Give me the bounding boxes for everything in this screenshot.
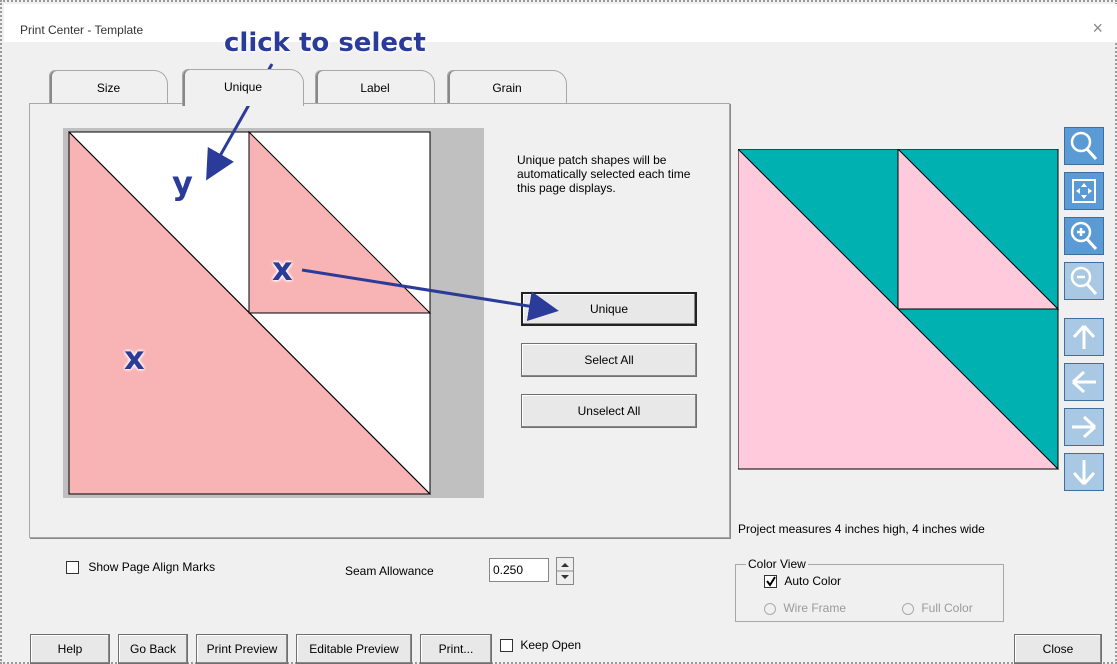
arrow-left-icon[interactable] [1064,363,1104,401]
close-button[interactable]: Close [1014,634,1102,664]
print-preview-button[interactable]: Print Preview [196,634,288,664]
tab-grain[interactable]: Grain [447,70,567,105]
show-align-marks-checkbox[interactable] [66,561,79,575]
keep-open-row[interactable]: Keep Open [500,638,582,653]
print-button[interactable]: Print... [420,634,492,664]
arrow-down-icon[interactable] [1064,453,1104,491]
seam-allowance-label: Seam Allowance [345,564,434,578]
full-color-radio[interactable] [902,602,914,615]
block-patch-canvas[interactable] [63,128,484,498]
window-title: Print Center - Template [20,23,144,37]
zoom-icon[interactable] [1064,127,1104,165]
dialog-window: Print Center - Template × Size Unique La… [0,0,1117,664]
block-preview [738,149,1060,470]
wire-frame-radio[interactable] [764,602,776,615]
close-icon[interactable]: × [1092,18,1103,39]
full-color-row[interactable]: Full Color [902,601,973,615]
zoom-in-icon[interactable] [1064,217,1104,255]
annotation-y-label: y [172,164,193,202]
color-view-legend: Color View [746,557,808,571]
seam-spinner[interactable] [556,557,574,585]
select-all-button[interactable]: Select All [521,343,697,377]
arrow-up-icon[interactable] [1064,318,1104,356]
zoom-out-icon[interactable] [1064,262,1104,300]
unique-button[interactable]: Unique [521,292,697,326]
seam-allowance-input[interactable] [489,558,549,582]
tab-unique[interactable]: Unique [182,69,304,106]
keep-open-checkbox[interactable] [500,639,513,653]
annotation-callout: click to select [224,28,426,58]
show-align-marks-label: Show Page Align Marks [88,560,216,574]
wire-frame-row[interactable]: Wire Frame [764,601,846,615]
arrow-right-icon[interactable] [1064,408,1104,446]
keep-open-label: Keep Open [520,638,582,652]
tab-label[interactable]: Label [315,70,435,105]
annotation-x-small: x [272,250,293,288]
annotation-x-large: x [124,339,145,377]
editable-preview-button[interactable]: Editable Preview [296,634,412,664]
project-measure-text: Project measures 4 inches high, 4 inches… [738,522,985,536]
show-align-marks-row[interactable]: Show Page Align Marks [66,560,216,575]
auto-color-checkbox[interactable] [764,575,777,589]
tab-size[interactable]: Size [49,70,168,105]
auto-color-label: Auto Color [784,574,842,588]
title-bar: Print Center - Template × [4,4,1117,42]
fit-to-window-icon[interactable] [1064,172,1104,210]
unselect-all-button[interactable]: Unselect All [521,394,697,428]
help-button[interactable]: Help [30,634,110,664]
full-color-label: Full Color [921,601,973,615]
unique-help-text: Unique patch shapes will be automaticall… [517,153,691,195]
wire-frame-label: Wire Frame [783,601,847,615]
auto-color-row[interactable]: Auto Color [764,574,842,589]
go-back-button[interactable]: Go Back [118,634,188,664]
